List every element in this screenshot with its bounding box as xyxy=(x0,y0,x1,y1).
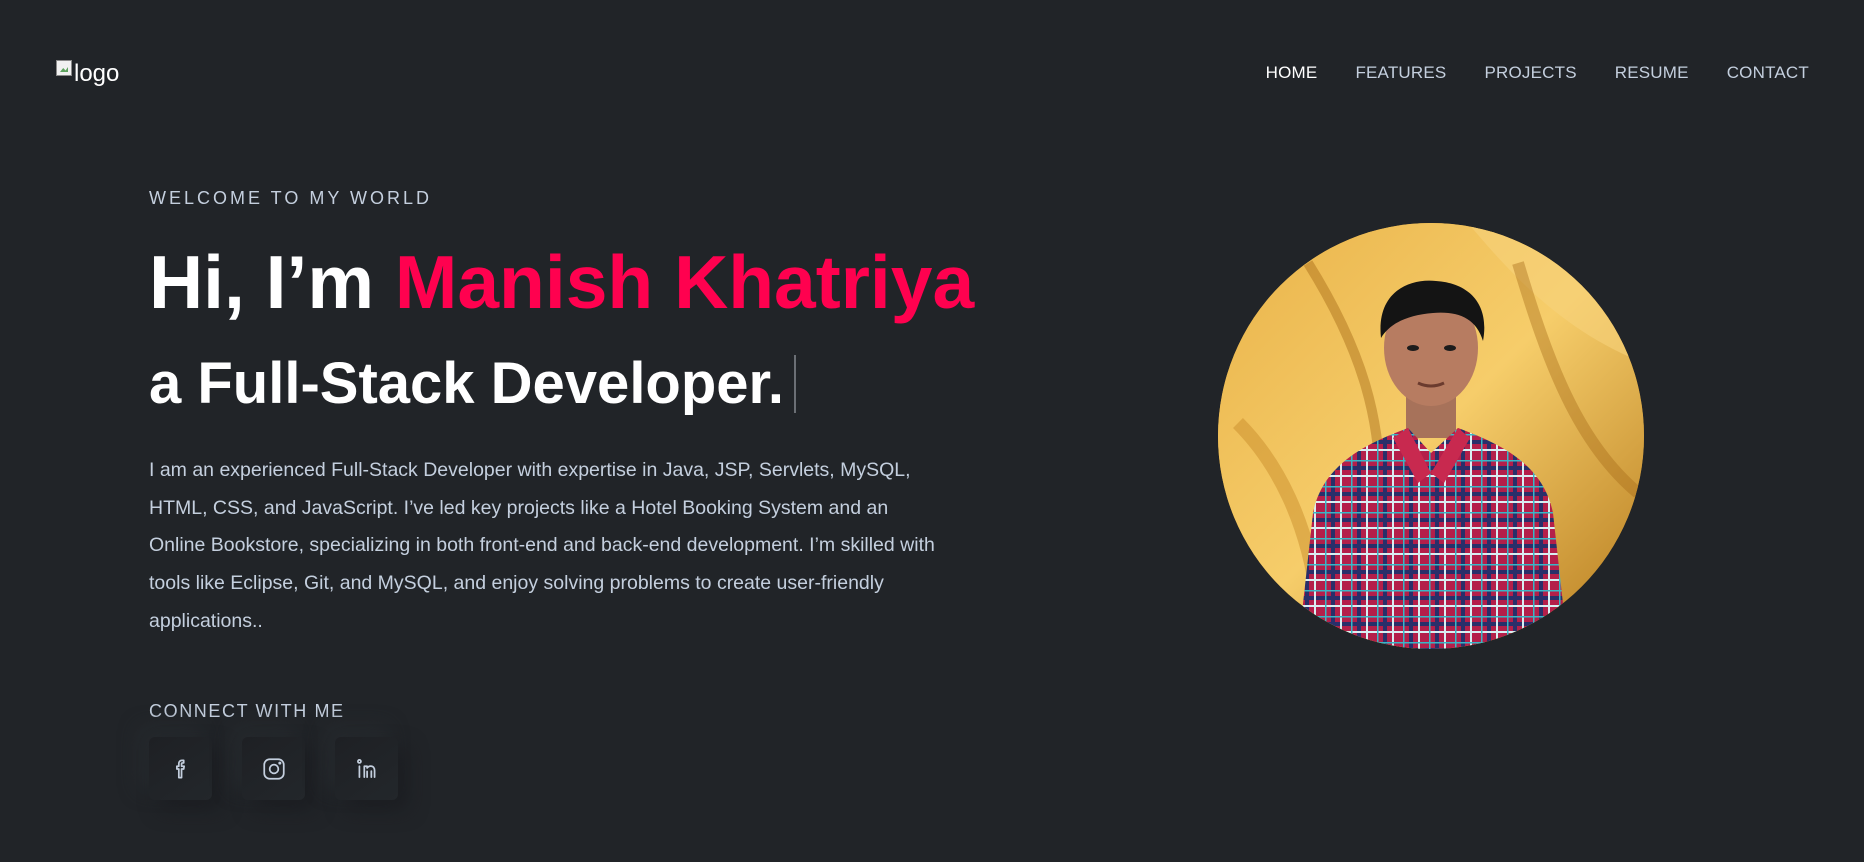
hero-description: I am an experienced Full-Stack Developer… xyxy=(149,459,935,632)
greeting-text: Hi, I’m xyxy=(149,240,395,324)
typing-cursor xyxy=(794,355,797,414)
portfolio-page: logo HOME FEATURES PROJECTS RESUME CONTA… xyxy=(0,0,1864,862)
social-links xyxy=(149,737,398,800)
site-header: logo HOME FEATURES PROJECTS RESUME CONTA… xyxy=(0,0,1864,146)
profile-photo xyxy=(1218,223,1644,649)
instagram-icon xyxy=(262,757,285,780)
nav-item-resume[interactable]: RESUME xyxy=(1615,63,1689,83)
hero-headline: Hi, I’m Manish Khatriya xyxy=(149,239,974,325)
logo[interactable]: logo xyxy=(56,60,119,88)
role-text-typewriter: a Full-Stack Developer. xyxy=(149,351,797,418)
role-text: a Full-Stack Developer. xyxy=(149,351,785,416)
main-nav: HOME FEATURES PROJECTS RESUME CONTACT xyxy=(1266,63,1809,83)
nav-item-home[interactable]: HOME xyxy=(1266,63,1318,83)
linkedin-button[interactable] xyxy=(335,737,398,800)
instagram-button[interactable] xyxy=(242,737,305,800)
profile-photo-illustration xyxy=(1218,223,1644,649)
linkedin-icon xyxy=(356,758,375,778)
facebook-icon xyxy=(175,758,185,779)
broken-image-icon xyxy=(56,60,72,76)
logo-alt-text: logo xyxy=(74,60,120,87)
nav-item-contact[interactable]: CONTACT xyxy=(1727,63,1809,83)
welcome-tagline: WELCOME TO MY WORLD xyxy=(149,188,433,208)
facebook-button[interactable] xyxy=(149,737,212,800)
nav-item-projects[interactable]: PROJECTS xyxy=(1484,63,1576,83)
name-highlight: Manish Khatriya xyxy=(394,240,975,324)
nav-item-features[interactable]: FEATURES xyxy=(1355,63,1446,83)
connect-label: CONNECT WITH ME xyxy=(149,701,345,721)
